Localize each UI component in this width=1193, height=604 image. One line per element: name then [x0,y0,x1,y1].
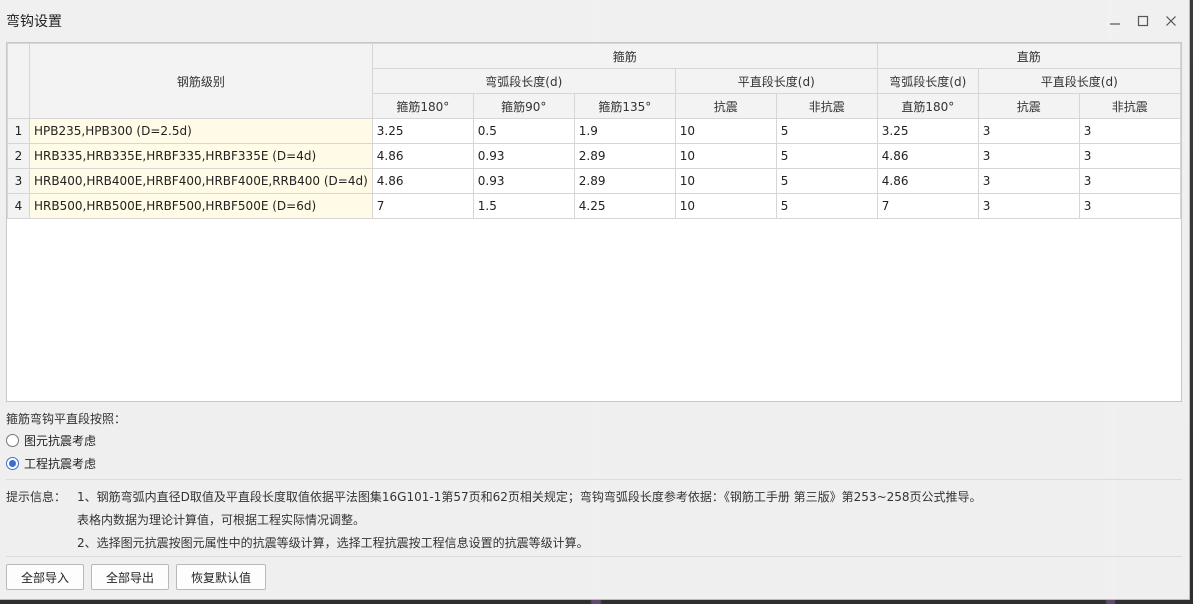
maximize-button[interactable] [1129,7,1157,35]
header-grade: 钢筋级别 [29,43,373,119]
table-row: 2 HRB335,HRB335E,HRBF335,HRBF335E (D=4d)… [7,143,1181,169]
value-cell[interactable]: 10 [674,118,777,144]
hook-settings-grid: 钢筋级别 箍筋 直筋 弯弧段长度(d) 平直段长度(d) 弯弧段长度(d) 平直… [6,42,1182,402]
value-cell[interactable]: 4.86 [371,143,474,169]
value-cell[interactable]: 3.25 [876,118,979,144]
hook-settings-dialog: 弯钩设置 钢筋级别 箍筋 直筋 弯弧段长度(d) 平直段长度(d) 弯弧段长度(… [0,0,1190,600]
value-cell[interactable]: 4.86 [876,168,979,194]
value-cell[interactable]: 4.25 [573,193,676,219]
radio-element-seismic[interactable]: 图元抗震考虑 [6,432,96,449]
column-header[interactable]: 直筋180° [876,93,979,119]
window-controls [1101,7,1185,35]
value-cell[interactable]: 1.5 [472,193,575,219]
value-cell[interactable]: 1.9 [573,118,676,144]
radio-button[interactable] [6,457,19,470]
divider [6,556,1182,557]
value-cell[interactable]: 3 [1078,168,1181,194]
table-row: 1 HPB235,HPB300 (D=2.5d) 3.25 0.5 1.9 10… [7,118,1181,144]
value-cell[interactable]: 7 [371,193,474,219]
export-all-button[interactable]: 全部导出 [91,564,170,590]
header-straight: 直筋 [876,43,1181,69]
hint-text: 2、选择图元抗震按图元属性中的抗震等级计算，选择工程抗震按工程信息设置的抗震等级… [77,536,589,550]
hook-table: 钢筋级别 箍筋 直筋 弯弧段长度(d) 平直段长度(d) 弯弧段长度(d) 平直… [7,43,1181,219]
value-cell[interactable]: 4.86 [876,143,979,169]
hint-text: 表格内数据为理论计算值，可根据工程实际情况调整。 [77,513,366,527]
grade-cell: HPB235,HPB300 (D=2.5d) [29,118,373,144]
value-cell[interactable]: 4.86 [371,168,474,194]
column-header[interactable]: 箍筋180° [371,93,474,119]
header-straight-arc: 弯弧段长度(d) [876,68,979,94]
value-cell[interactable]: 0.93 [472,168,575,194]
minimize-button[interactable] [1101,7,1129,35]
hint-label: 提示信息： [6,490,67,504]
value-cell[interactable]: 5 [775,143,878,169]
header-stirrup: 箍筋 [371,43,878,69]
close-button[interactable] [1157,7,1185,35]
value-cell[interactable]: 5 [775,168,878,194]
value-cell[interactable]: 10 [674,193,777,219]
hint-text: 1、钢筋弯弧内直径D取值及平直段长度取值依据平法图集16G101-1第57页和6… [77,490,982,504]
row-number[interactable]: 4 [7,193,30,219]
column-header[interactable]: 抗震 [674,93,777,119]
value-cell[interactable]: 3 [1078,193,1181,219]
value-cell[interactable]: 3 [1078,143,1181,169]
grade-cell: HRB400,HRB400E,HRBF400,HRBF400E,RRB400 (… [29,168,373,194]
value-cell[interactable]: 5 [775,118,878,144]
value-cell[interactable]: 3 [1078,118,1181,144]
button-row: 全部导入 全部导出 恢复默认值 [6,564,267,590]
divider [6,479,1182,480]
value-cell[interactable]: 0.93 [472,143,575,169]
value-cell[interactable]: 2.89 [573,168,676,194]
value-cell[interactable]: 3 [977,193,1080,219]
radio-label[interactable]: 图元抗震考虑 [24,432,96,449]
grade-cell: HRB500,HRB500E,HRBF500,HRBF500E (D=6d) [29,193,373,219]
restore-default-button[interactable]: 恢复默认值 [176,564,267,590]
header-stirrup-flat: 平直段长度(d) [674,68,878,94]
value-cell[interactable]: 10 [674,143,777,169]
radio-label[interactable]: 工程抗震考虑 [24,455,96,472]
value-cell[interactable]: 5 [775,193,878,219]
column-header[interactable]: 箍筋135° [573,93,676,119]
minimize-icon [1110,23,1120,25]
title-bar: 弯钩设置 [0,0,1189,42]
column-header[interactable]: 箍筋90° [472,93,575,119]
maximize-icon [1137,15,1149,27]
row-number[interactable]: 3 [7,168,30,194]
radio-project-seismic[interactable]: 工程抗震考虑 [6,455,96,472]
value-cell[interactable]: 2.89 [573,143,676,169]
value-cell[interactable]: 0.5 [472,118,575,144]
window-title: 弯钩设置 [6,14,62,30]
value-cell[interactable]: 10 [674,168,777,194]
column-header[interactable]: 抗震 [977,93,1080,119]
close-icon [1166,16,1176,26]
value-cell[interactable]: 3 [977,118,1080,144]
table-row: 3 HRB400,HRB400E,HRBF400,HRBF400E,RRB400… [7,168,1181,194]
value-cell[interactable]: 3 [977,168,1080,194]
value-cell[interactable]: 7 [876,193,979,219]
value-cell[interactable]: 3.25 [371,118,474,144]
row-number[interactable]: 2 [7,143,30,169]
row-number[interactable]: 1 [7,118,30,144]
value-cell[interactable]: 3 [977,143,1080,169]
header-stirrup-arc: 弯弧段长度(d) [371,68,676,94]
radio-button[interactable] [6,434,19,447]
table-row: 4 HRB500,HRB500E,HRBF500,HRBF500E (D=6d)… [7,193,1181,219]
table-corner [7,43,30,119]
grade-cell: HRB335,HRB335E,HRBF335,HRBF335E (D=4d) [29,143,373,169]
column-header[interactable]: 非抗震 [1078,93,1181,119]
column-header[interactable]: 非抗震 [775,93,878,119]
stirrup-option-label: 箍筋弯钩平直段按照： [6,412,127,426]
import-all-button[interactable]: 全部导入 [6,564,85,590]
header-straight-flat: 平直段长度(d) [977,68,1181,94]
